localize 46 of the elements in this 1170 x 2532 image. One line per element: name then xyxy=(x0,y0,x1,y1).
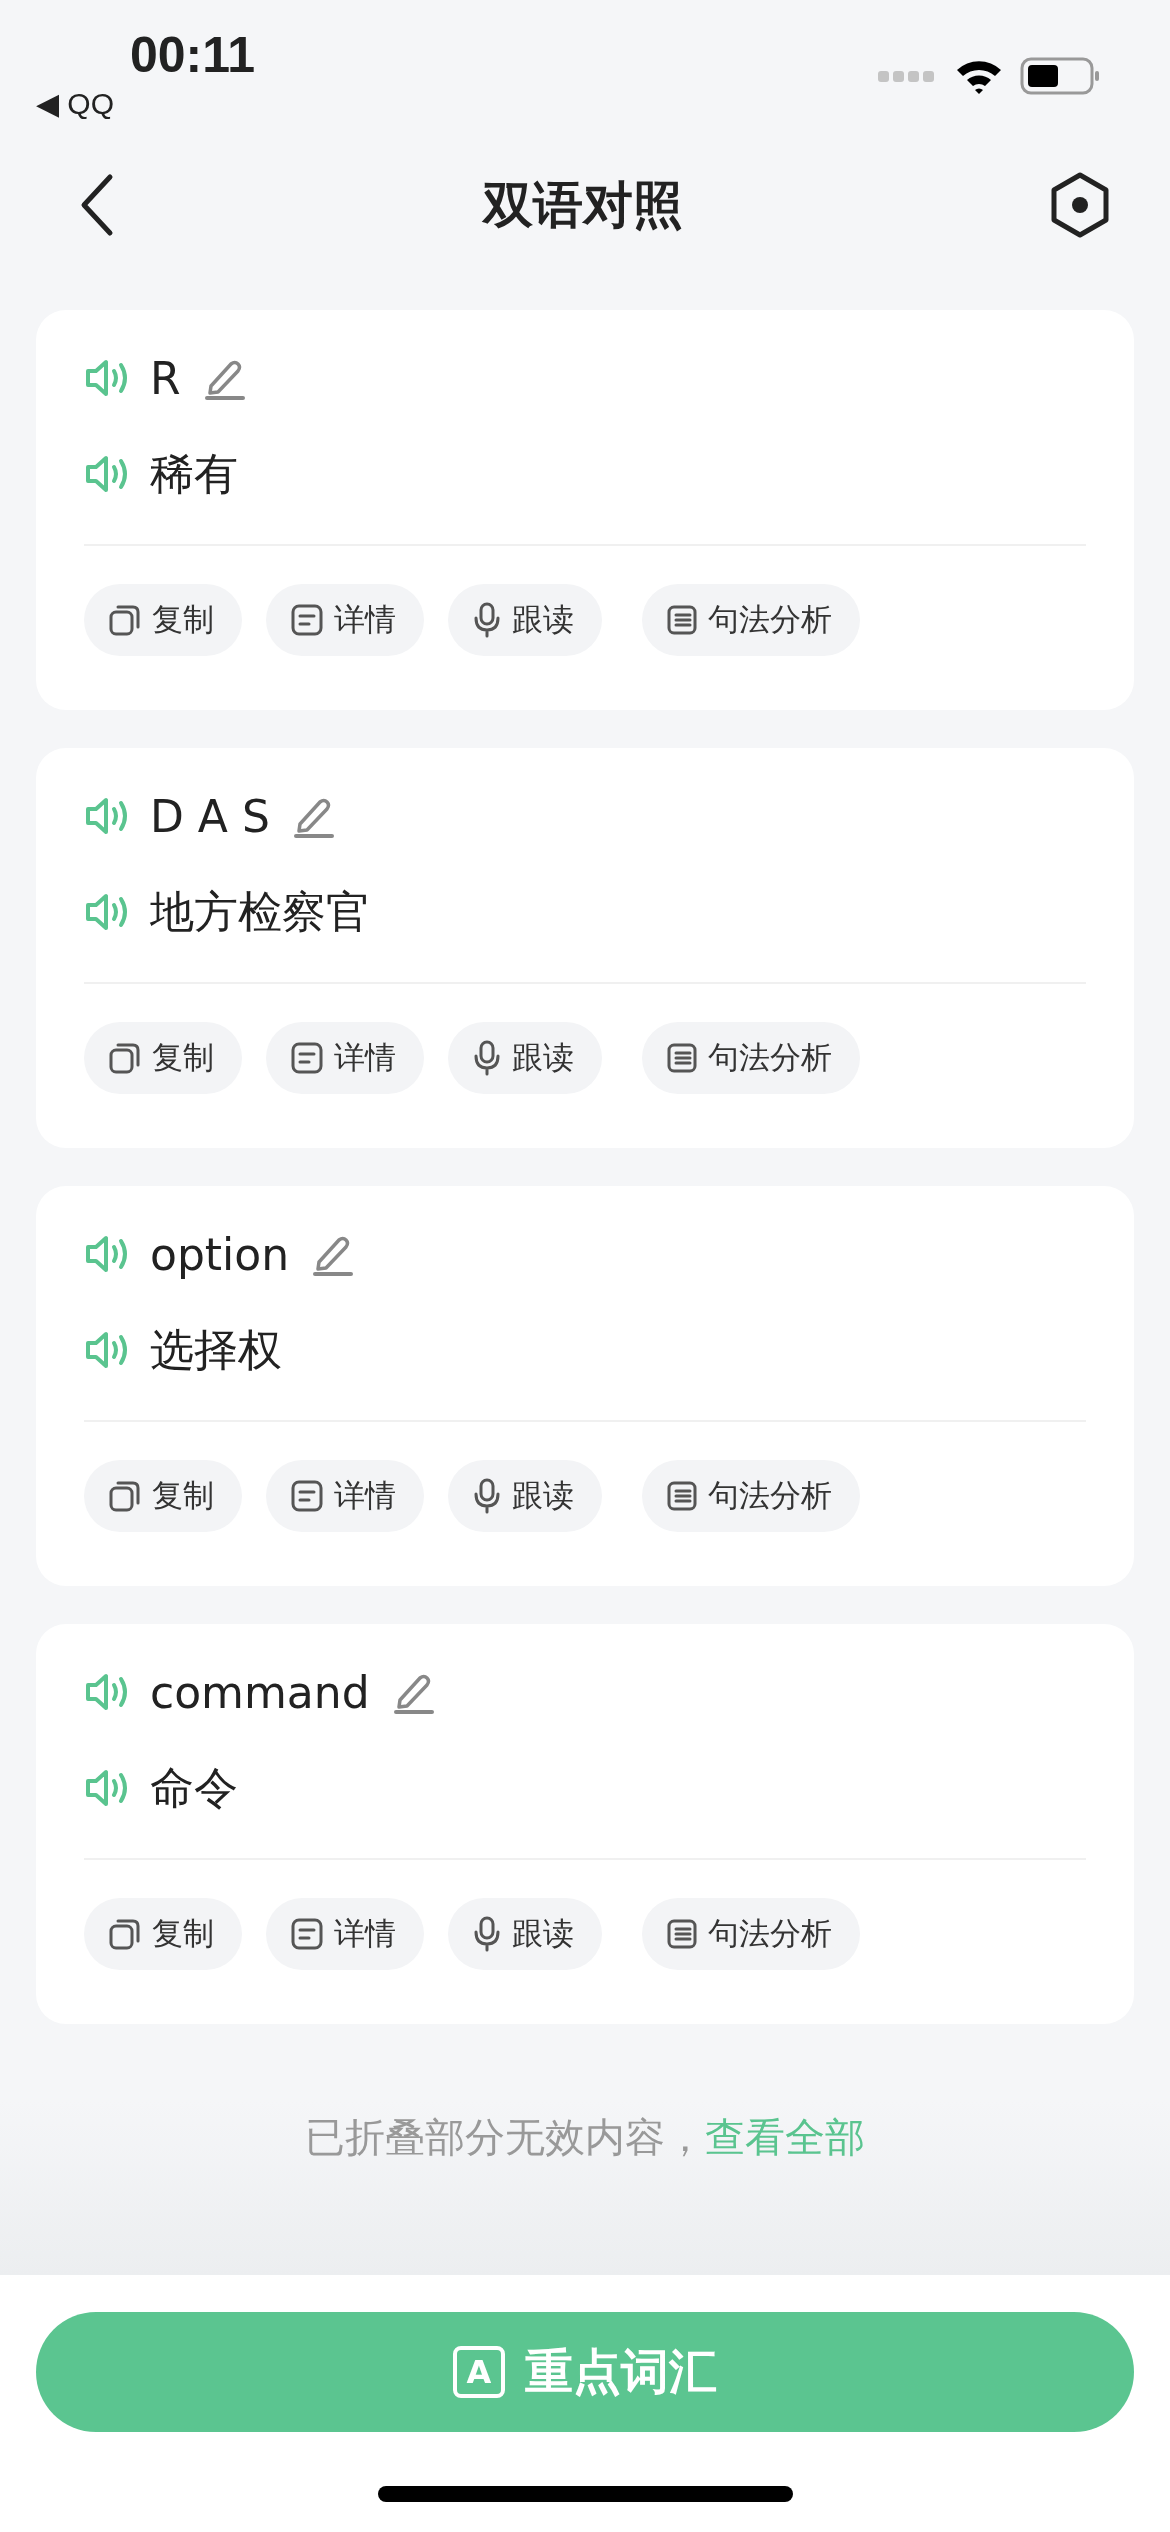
action-button[interactable]: 句法分析 xyxy=(642,1898,860,1970)
translation-text: 命令 xyxy=(150,1760,238,1815)
back-to-app-link[interactable]: ◀ QQ xyxy=(36,84,114,124)
action-button[interactable]: 复制 xyxy=(84,1898,242,1970)
action-button[interactable]: 跟读 xyxy=(448,1898,602,1970)
action-button[interactable]: 复制 xyxy=(84,1460,242,1532)
microphone-icon xyxy=(472,1478,502,1514)
page-title: 双语对照 xyxy=(483,174,683,236)
action-button[interactable]: 跟读 xyxy=(448,584,602,656)
folded-notice: 已折叠部分无效内容， xyxy=(305,2114,705,2160)
translation-text: 稀有 xyxy=(150,446,238,501)
microphone-icon xyxy=(472,1916,502,1952)
list-icon xyxy=(666,604,698,636)
action-button[interactable]: 句法分析 xyxy=(642,1022,860,1094)
translation-text: 选择权 xyxy=(150,1322,282,1377)
copy-icon xyxy=(108,603,142,637)
copy-icon xyxy=(108,1041,142,1075)
source-text: command xyxy=(150,1666,370,1718)
letter-icon: A xyxy=(453,2346,505,2398)
action-button[interactable]: 跟读 xyxy=(448,1022,602,1094)
action-button[interactable]: 句法分析 xyxy=(642,1460,860,1532)
action-button[interactable]: 详情 xyxy=(266,1460,424,1532)
list-icon xyxy=(666,1918,698,1950)
translation-text: 地方检察官 xyxy=(150,884,370,939)
source-text: D A S xyxy=(150,790,270,842)
action-button[interactable]: 复制 xyxy=(84,1022,242,1094)
battery-icon xyxy=(1020,57,1100,95)
document-icon xyxy=(290,1041,324,1075)
status-time: 00:11 xyxy=(130,26,256,84)
microphone-icon xyxy=(472,602,502,638)
source-text: option xyxy=(150,1228,290,1280)
document-icon xyxy=(290,603,324,637)
microphone-icon xyxy=(472,1040,502,1076)
copy-icon xyxy=(108,1479,142,1513)
source-text: R xyxy=(150,352,181,404)
action-button[interactable]: 详情 xyxy=(266,1022,424,1094)
action-button[interactable]: 句法分析 xyxy=(642,584,860,656)
document-icon xyxy=(290,1917,324,1951)
action-button[interactable]: 复制 xyxy=(84,584,242,656)
list-icon xyxy=(666,1480,698,1512)
action-button[interactable]: 详情 xyxy=(266,584,424,656)
action-button[interactable]: 跟读 xyxy=(448,1460,602,1532)
document-icon xyxy=(290,1479,324,1513)
action-button[interactable]: 详情 xyxy=(266,1898,424,1970)
copy-icon xyxy=(108,1917,142,1951)
list-icon xyxy=(666,1042,698,1074)
